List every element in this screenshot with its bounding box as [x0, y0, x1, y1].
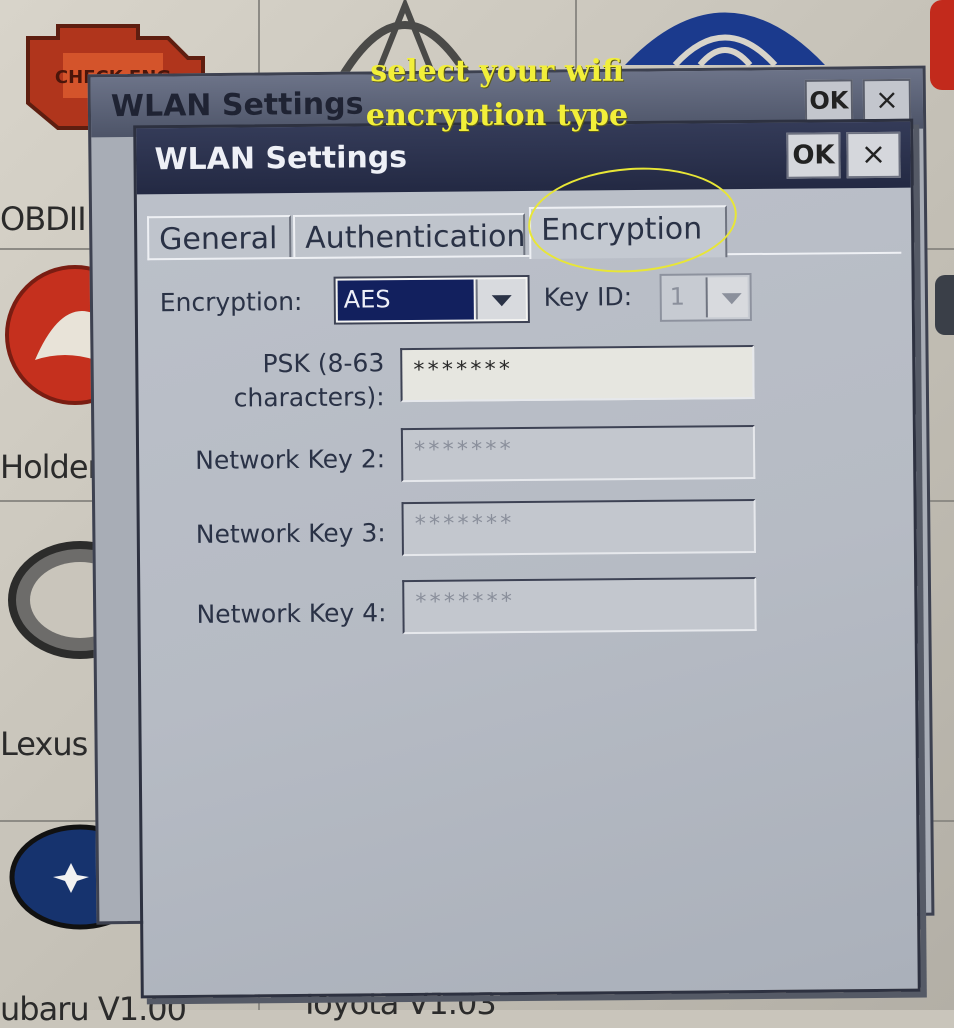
brand-label-lexus[interactable]: Lexus — [0, 725, 88, 763]
network-key-2-input[interactable]: ******* — [400, 425, 756, 483]
psk-input[interactable]: ******* — [400, 345, 755, 403]
chevron-down-icon[interactable] — [705, 277, 748, 318]
back-close-button[interactable]: × — [862, 78, 912, 122]
network-key-4-input[interactable]: ******* — [402, 577, 757, 635]
wlan-settings-dialog: WLAN Settings OK × General Authenticatio… — [133, 118, 921, 999]
psk-label-line2: characters): — [233, 382, 385, 413]
partial-brand-icon[interactable] — [930, 0, 954, 90]
instruction-annotation: select your wifi encryption type — [332, 50, 662, 138]
annotation-line-2: encryption type — [365, 98, 629, 133]
network-key-3-label: Network Key 3: — [195, 518, 386, 549]
key-id-dropdown[interactable]: 1 — [659, 273, 752, 322]
network-key-3-input[interactable]: ******* — [401, 499, 756, 557]
key-id-selected-value: 1 — [669, 282, 686, 311]
encryption-dropdown[interactable]: AES — [333, 274, 530, 325]
dialog-title: WLAN Settings — [154, 140, 408, 178]
ok-button[interactable]: OK — [786, 132, 841, 179]
chevron-down-icon[interactable] — [475, 279, 526, 320]
partial-brand-icon[interactable] — [935, 275, 954, 335]
annotation-line-1: select your wifi — [370, 54, 624, 89]
network-key-4-label: Network Key 4: — [196, 598, 387, 629]
encryption-label: Encryption: — [159, 286, 303, 318]
tab-encryption[interactable]: Encryption — [528, 205, 728, 259]
psk-label-line1: PSK (8-63 — [262, 348, 385, 379]
back-ok-button[interactable]: OK — [804, 79, 854, 122]
close-button[interactable]: × — [846, 131, 901, 179]
back-dialog-title: WLAN Settings — [110, 86, 364, 125]
brand-label-obdii[interactable]: OBDII — [0, 200, 87, 238]
network-key-2-label: Network Key 2: — [195, 444, 386, 475]
encryption-selected-value: AES — [337, 279, 474, 321]
encryption-tab-panel: Encryption: AES Key ID: 1 PSK (8-63 char… — [147, 251, 908, 986]
tab-authentication[interactable]: Authentication — [292, 213, 526, 260]
key-id-label: Key ID: — [543, 282, 633, 312]
tab-general[interactable]: General — [146, 215, 292, 261]
